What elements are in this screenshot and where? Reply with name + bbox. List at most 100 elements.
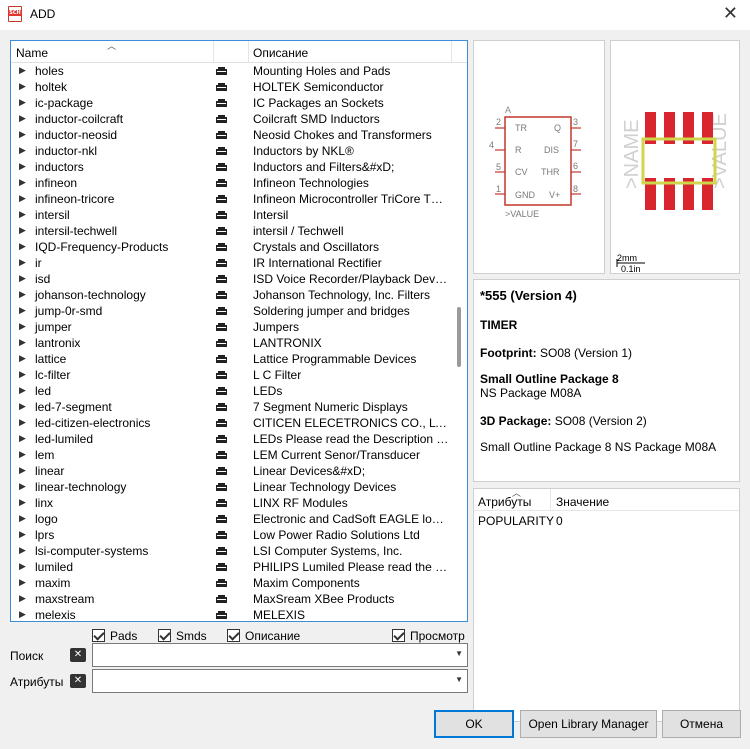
checkbox-checked-icon[interactable] bbox=[227, 629, 240, 643]
column-divider[interactable] bbox=[451, 41, 452, 63]
column-header-description[interactable]: Описание bbox=[253, 46, 308, 60]
list-item[interactable]: ▶ logo Electronic and CadSoft EAGLE log… bbox=[11, 511, 451, 527]
list-item[interactable]: ▶ johanson-technology Johanson Technology,… bbox=[11, 287, 451, 303]
expand-arrow-icon[interactable]: ▶ bbox=[19, 545, 26, 556]
expand-arrow-icon[interactable]: ▶ bbox=[19, 481, 26, 492]
attributes-column-header[interactable]: Атрибуты bbox=[478, 495, 531, 509]
list-item[interactable]: ▶ inductor-neosid Neosid Chokes and Transf… bbox=[11, 127, 451, 143]
value-column-header[interactable]: Значение bbox=[556, 495, 609, 509]
list-item[interactable]: ▶ intersil Intersil bbox=[11, 207, 451, 223]
checkbox-checked-icon[interactable] bbox=[92, 629, 105, 643]
smds-checkbox[interactable]: Smds bbox=[158, 628, 207, 644]
expand-arrow-icon[interactable]: ▶ bbox=[19, 497, 26, 508]
list-item[interactable]: ▶ linear-technology Linear Technology Devi… bbox=[11, 479, 451, 495]
list-item[interactable]: ▶ lem LEM Current Senor/Transducer bbox=[11, 447, 451, 463]
checkbox-checked-icon[interactable] bbox=[392, 629, 405, 643]
expand-arrow-icon[interactable]: ▶ bbox=[19, 577, 26, 588]
list-item[interactable]: ▶ jumper Jumpers bbox=[11, 319, 451, 335]
vertical-scrollbar[interactable] bbox=[453, 63, 465, 621]
expand-arrow-icon[interactable]: ▶ bbox=[19, 193, 26, 204]
list-item[interactable]: ▶ lattice Lattice Programmable Devices bbox=[11, 351, 451, 367]
expand-arrow-icon[interactable]: ▶ bbox=[19, 417, 26, 428]
description-checkbox[interactable]: Описание bbox=[227, 628, 300, 644]
column-divider[interactable] bbox=[213, 41, 214, 63]
scrollbar-thumb[interactable] bbox=[457, 307, 461, 367]
expand-arrow-icon[interactable]: ▶ bbox=[19, 273, 26, 284]
attributes-input[interactable]: ▼ bbox=[92, 669, 468, 693]
expand-arrow-icon[interactable]: ▶ bbox=[19, 513, 26, 524]
expand-arrow-icon[interactable]: ▶ bbox=[19, 305, 26, 316]
expand-arrow-icon[interactable]: ▶ bbox=[19, 225, 26, 236]
expand-arrow-icon[interactable]: ▶ bbox=[19, 209, 26, 220]
list-item[interactable]: ▶ lumiled PHILIPS Lumiled Please read the … bbox=[11, 559, 451, 575]
expand-arrow-icon[interactable]: ▶ bbox=[19, 385, 26, 396]
expand-arrow-icon[interactable]: ▶ bbox=[19, 609, 26, 620]
search-input[interactable]: ▼ bbox=[92, 643, 468, 667]
expand-arrow-icon[interactable]: ▶ bbox=[19, 433, 26, 444]
column-divider[interactable] bbox=[550, 489, 551, 511]
expand-arrow-icon[interactable]: ▶ bbox=[19, 529, 26, 540]
list-item[interactable]: ▶ isd ISD Voice Recorder/Playback Devi… bbox=[11, 271, 451, 287]
checkbox-checked-icon[interactable] bbox=[158, 629, 171, 643]
column-header-name[interactable]: Name bbox=[16, 46, 48, 60]
pads-checkbox[interactable]: Pads bbox=[92, 628, 137, 644]
expand-arrow-icon[interactable]: ▶ bbox=[19, 337, 26, 348]
list-item[interactable]: ▶ maxim Maxim Components bbox=[11, 575, 451, 591]
expand-arrow-icon[interactable]: ▶ bbox=[19, 593, 26, 604]
list-item[interactable]: ▶ infineon-tricore Infineon Microcontrolle… bbox=[11, 191, 451, 207]
list-item[interactable]: ▶ lsi-computer-systems LSI Computer System… bbox=[11, 543, 451, 559]
expand-arrow-icon[interactable]: ▶ bbox=[19, 81, 26, 92]
list-item[interactable]: ▶ IQD-Frequency-Products Crystals and Osci… bbox=[11, 239, 451, 255]
preview-checkbox[interactable]: Просмотр bbox=[392, 628, 465, 644]
expand-arrow-icon[interactable]: ▶ bbox=[19, 241, 26, 252]
expand-arrow-icon[interactable]: ▶ bbox=[19, 145, 26, 156]
list-item[interactable]: ▶ melexis MELEXIS bbox=[11, 607, 451, 621]
table-row[interactable]: POPULARITY 0 bbox=[474, 513, 739, 529]
expand-arrow-icon[interactable]: ▶ bbox=[19, 369, 26, 380]
expand-arrow-icon[interactable]: ▶ bbox=[19, 97, 26, 108]
list-item[interactable]: ▶ lc-filter L C Filter bbox=[11, 367, 451, 383]
expand-arrow-icon[interactable]: ▶ bbox=[19, 321, 26, 332]
ok-button[interactable]: OK bbox=[434, 710, 514, 738]
chevron-down-icon[interactable]: ▼ bbox=[455, 649, 463, 658]
list-item[interactable]: ▶ inductor-coilcraft Coilcraft SMD Inducto… bbox=[11, 111, 451, 127]
expand-arrow-icon[interactable]: ▶ bbox=[19, 65, 26, 76]
list-item[interactable]: ▶ lprs Low Power Radio Solutions Ltd bbox=[11, 527, 451, 543]
list-item[interactable]: ▶ led LEDs bbox=[11, 383, 451, 399]
clear-search-icon[interactable]: ✕ bbox=[70, 648, 86, 662]
expand-arrow-icon[interactable]: ▶ bbox=[19, 257, 26, 268]
library-list[interactable]: ︿ Name Описание ▶ holes Mounting Holes and… bbox=[10, 40, 468, 622]
chevron-down-icon[interactable]: ▼ bbox=[455, 675, 463, 684]
expand-arrow-icon[interactable]: ▶ bbox=[19, 161, 26, 172]
list-item[interactable]: ▶ holes Mounting Holes and Pads bbox=[11, 63, 451, 79]
open-library-manager-button[interactable]: Open Library Manager bbox=[520, 710, 657, 738]
expand-arrow-icon[interactable]: ▶ bbox=[19, 449, 26, 460]
sort-ascending-icon[interactable]: ︿ bbox=[107, 41, 116, 52]
expand-arrow-icon[interactable]: ▶ bbox=[19, 401, 26, 412]
cancel-button[interactable]: Отмена bbox=[662, 710, 741, 738]
list-item[interactable]: ▶ linx LINX RF Modules bbox=[11, 495, 451, 511]
list-item[interactable]: ▶ inductors Inductors and Filters&#xD; bbox=[11, 159, 451, 175]
list-item[interactable]: ▶ led-lumiled LEDs Please read the Descrip… bbox=[11, 431, 451, 447]
list-item[interactable]: ▶ inductor-nkl Inductors by NKL® bbox=[11, 143, 451, 159]
list-item[interactable]: ▶ led-citizen-electronics CITICEN ELECETRO… bbox=[11, 415, 451, 431]
expand-arrow-icon[interactable]: ▶ bbox=[19, 289, 26, 300]
clear-attributes-icon[interactable]: ✕ bbox=[70, 674, 86, 688]
expand-arrow-icon[interactable]: ▶ bbox=[19, 465, 26, 476]
attributes-table[interactable]: ︿ Атрибуты Значение POPULARITY 0 bbox=[473, 488, 740, 722]
list-item[interactable]: ▶ lantronix LANTRONIX bbox=[11, 335, 451, 351]
column-divider[interactable] bbox=[248, 41, 249, 63]
list-item[interactable]: ▶ jump-0r-smd Soldering jumper and bridges bbox=[11, 303, 451, 319]
expand-arrow-icon[interactable]: ▶ bbox=[19, 561, 26, 572]
list-item[interactable]: ▶ linear Linear Devices&#xD; bbox=[11, 463, 451, 479]
list-item[interactable]: ▶ maxstream MaxSream XBee Products bbox=[11, 591, 451, 607]
expand-arrow-icon[interactable]: ▶ bbox=[19, 113, 26, 124]
expand-arrow-icon[interactable]: ▶ bbox=[19, 129, 26, 140]
list-item[interactable]: ▶ infineon Infineon Technologies bbox=[11, 175, 451, 191]
list-item[interactable]: ▶ led-7-segment 7 Segment Numeric Displays bbox=[11, 399, 451, 415]
list-item[interactable]: ▶ intersil-techwell intersil / Techwell bbox=[11, 223, 451, 239]
expand-arrow-icon[interactable]: ▶ bbox=[19, 353, 26, 364]
list-item[interactable]: ▶ holtek HOLTEK Semiconductor bbox=[11, 79, 451, 95]
close-icon[interactable]: ✕ bbox=[723, 3, 738, 24]
list-item[interactable]: ▶ ic-package IC Packages an Sockets bbox=[11, 95, 451, 111]
